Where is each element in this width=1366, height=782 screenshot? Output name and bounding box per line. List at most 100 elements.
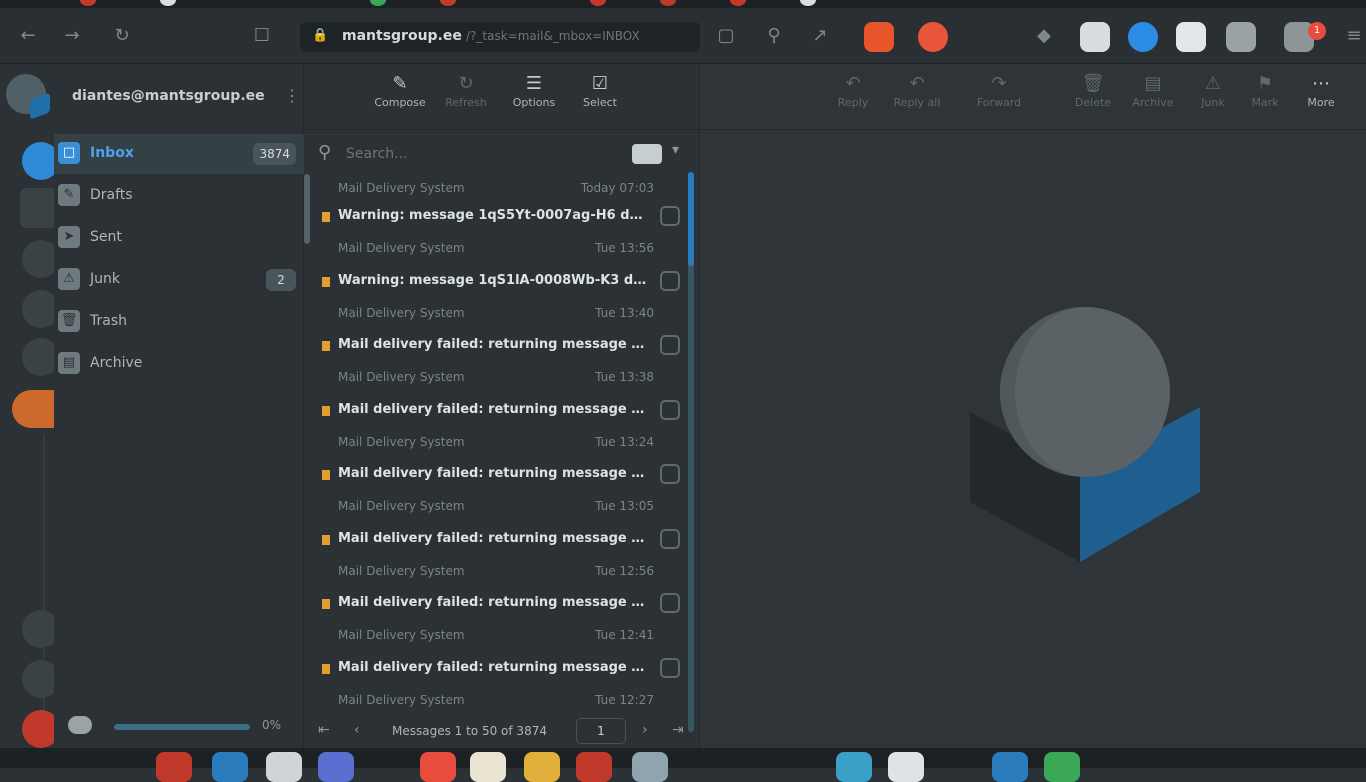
forward-arrow-icon[interactable]: → [58,22,86,50]
dock-app-icon[interactable] [470,752,506,782]
browser-tab-strip [0,0,1366,8]
refresh-button[interactable]: ↻ Refresh [432,70,500,126]
page-number-input[interactable]: 1 [576,718,626,744]
dock-app-icon[interactable] [212,752,248,782]
extension-icon[interactable] [1176,22,1206,52]
rewards-icon[interactable] [918,22,948,52]
puzzle-icon[interactable] [1226,22,1256,52]
dock-app-icon[interactable] [576,752,612,782]
dock-app-icon[interactable] [836,752,872,782]
delete-button[interactable]: 🗑 Delete [1062,70,1124,126]
message-sender: Mail Delivery System [338,628,465,642]
message-checkbox[interactable] [660,657,680,678]
search-input[interactable] [346,142,596,166]
url-path: /?_task=mail&_mbox=INBOX [466,29,640,43]
list-item[interactable]: Warning: message 1qS1lA-0008Wb-K3 delaye… [304,270,694,338]
list-item[interactable]: Mail delivery failed: returning message … [304,399,694,467]
folder-label: Archive [90,355,143,371]
dock-app-icon[interactable] [156,752,192,782]
dock-app-icon[interactable] [266,752,302,782]
list-toolbar: ✎ Compose ↻ Refresh ☰ Options ☑ Select [304,64,700,130]
folder-junk[interactable]: ⚠ Junk 2 [54,260,304,300]
list-item[interactable]: Mail delivery failed: returning message … [304,528,694,596]
list-item[interactable]: Mail delivery failed: returning message … [304,335,694,402]
message-checkbox[interactable] [660,464,680,484]
prev-page-icon[interactable]: ‹ [354,722,360,738]
flag-icon [322,663,330,674]
first-page-icon[interactable]: ⇤ [318,722,330,738]
unread-count: 2 [266,269,296,291]
next-page-icon[interactable]: › [642,722,648,738]
message-checkbox[interactable] [660,335,680,355]
message-date: Tue 12:41 [595,628,654,642]
reload-icon[interactable]: ↻ [108,22,136,50]
extension-icon[interactable] [1080,22,1110,52]
reply-all-button[interactable]: ↶ Reply all [886,70,948,126]
message-checkbox[interactable] [660,528,680,549]
flag-icon [322,534,330,545]
dock-app-icon[interactable] [1044,752,1080,782]
message-toolbar: ↶ Reply ↶ Reply all ↷ Forward 🗑 Delete ▤… [700,64,1366,130]
folder-label: Sent [90,229,122,245]
message-checkbox[interactable] [660,270,680,291]
more-button[interactable]: ⋯ More [1290,70,1352,126]
list-item[interactable]: Mail Delivery System Today 07:03 [304,174,694,208]
options-button[interactable]: ☰ Options [500,70,568,126]
dock-app-icon[interactable] [888,752,924,782]
flag-icon [322,470,330,480]
message-date: Tue 13:56 [595,241,654,255]
camera-off-icon[interactable]: ▢ [712,22,740,50]
envelope-icon[interactable] [632,144,662,164]
compose-button[interactable]: ✎ Compose [366,70,434,126]
brave-shield-icon[interactable] [864,22,894,52]
folder-label: Inbox [90,145,134,161]
app-nav-rail [0,64,72,748]
list-item[interactable]: Mail delivery failed: returning message … [304,593,694,660]
message-sender: Mail Delivery System [338,181,465,195]
chevron-down-icon[interactable]: ▾ [672,142,679,158]
zoom-icon[interactable]: ⚲ [760,22,788,50]
extension-icon[interactable]: ◆ [1030,22,1058,50]
message-checkbox[interactable] [660,399,680,420]
kebab-menu-icon[interactable]: ⋮ [284,86,300,105]
archive-button[interactable]: ▤ Archive [1122,70,1184,126]
last-page-icon[interactable]: ⇥ [672,722,684,738]
message-subject: Mail delivery failed: returning message … [338,530,648,546]
dock-app-icon[interactable] [632,752,668,782]
share-icon[interactable]: ↗ [806,22,834,50]
os-dock [0,748,1366,782]
message-checkbox[interactable] [660,206,680,226]
extension-icon[interactable] [1128,22,1158,52]
forward-button[interactable]: ↷ Forward [968,70,1030,126]
junk-icon: ⚠ [58,268,80,290]
message-subject: Warning: message 1qS1lA-0008Wb-K3 delaye… [338,272,648,288]
reply-button[interactable]: ↶ Reply [822,70,884,126]
scrollbar-thumb[interactable] [688,172,694,266]
folder-archive[interactable]: ▤ Archive [54,344,304,384]
folder-sent[interactable]: ➤ Sent [54,218,304,258]
message-sender: Mail Delivery System [338,305,465,320]
message-sender: Mail Delivery System [338,434,465,449]
dock-app-icon[interactable] [524,752,560,782]
folder-trash[interactable]: 🗑 Trash [54,302,304,342]
address-bar[interactable]: 🔒 mantsgroup.ee /?_task=mail&_mbox=INBOX [300,22,700,52]
dock-app-icon[interactable] [992,752,1028,782]
compose-icon: ✎ [392,73,408,94]
select-button[interactable]: ☑ Select [566,70,634,126]
message-date: Tue 13:40 [595,305,654,320]
back-arrow-icon[interactable]: ← [14,22,42,50]
flag-icon [322,212,330,222]
pencil-icon: ✎ [58,184,80,206]
list-item[interactable]: Mail delivery failed: returning message … [304,657,694,715]
message-checkbox[interactable] [660,593,680,613]
folder-inbox[interactable]: □ Inbox 3874 [54,134,304,174]
mark-button[interactable]: ⚑ Mark [1234,70,1296,126]
message-date: Today 07:03 [580,181,654,195]
list-item[interactable]: Mail delivery failed: returning message … [304,464,694,531]
dock-app-icon[interactable] [318,752,354,782]
list-item[interactable]: Warning: message 1qS5Yt-0007ag-H6 delaye… [304,206,694,273]
menu-icon[interactable]: ≡ [1340,22,1366,50]
folder-drafts[interactable]: ✎ Drafts [54,176,304,216]
bookmark-icon[interactable]: ☐ [248,22,276,50]
dock-app-icon[interactable] [420,752,456,782]
